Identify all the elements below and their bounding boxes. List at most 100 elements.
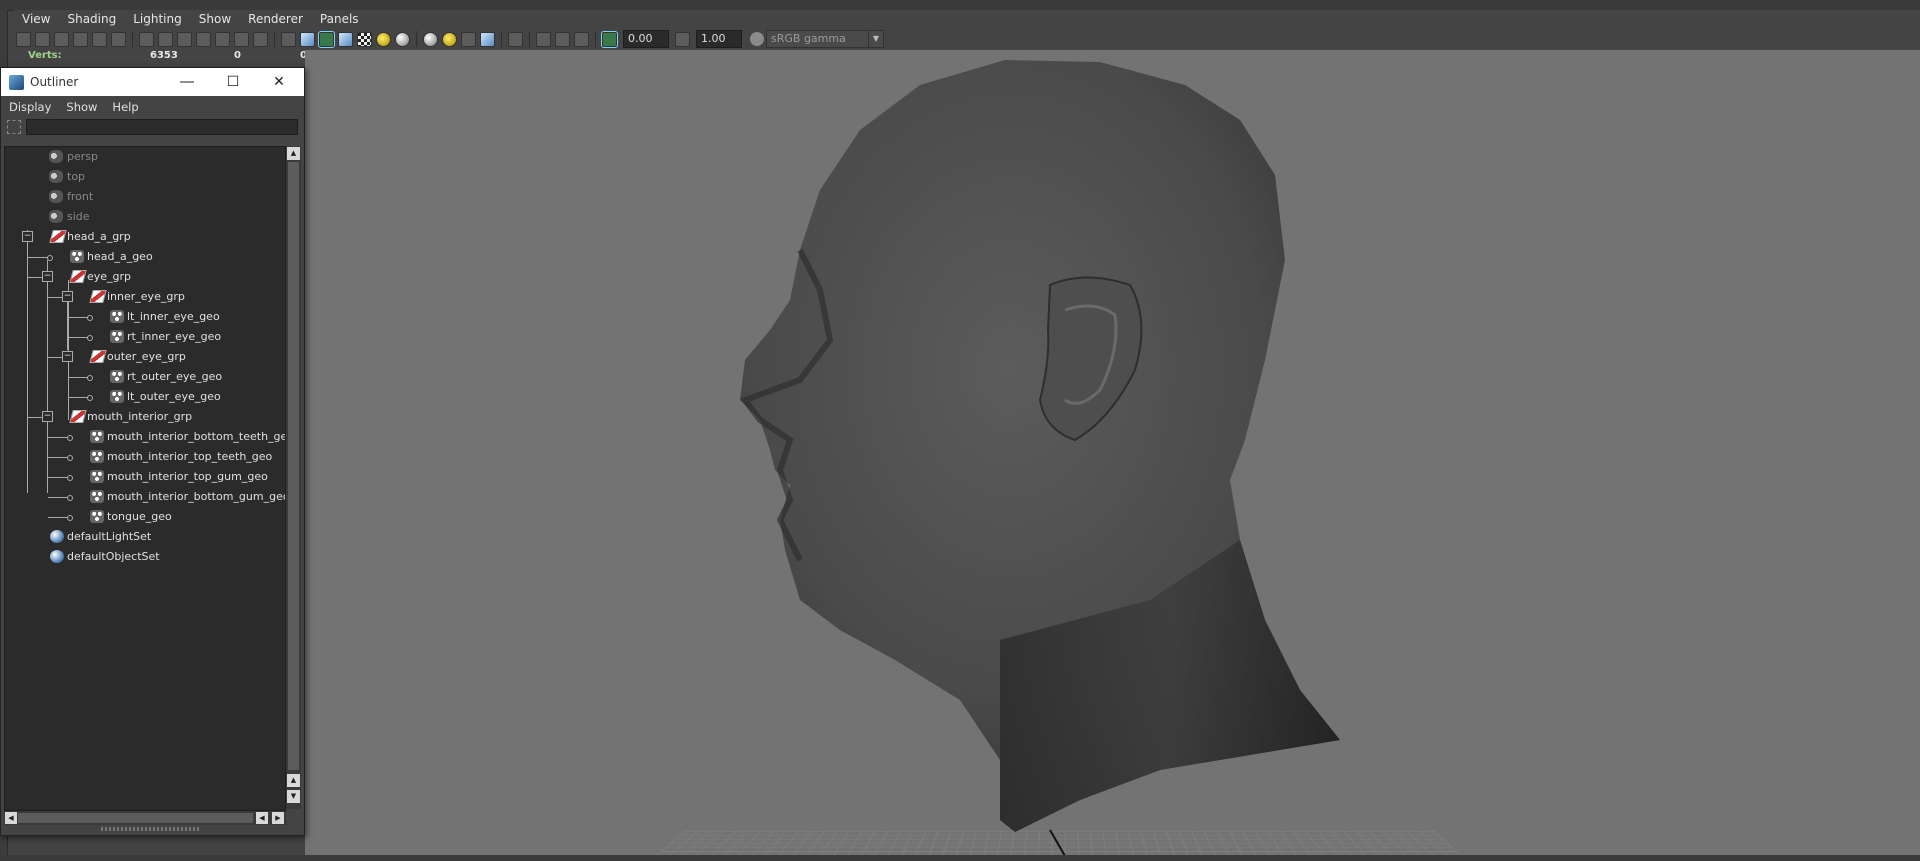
depth-of-field-icon[interactable] — [480, 31, 495, 47]
viewport-menubar: View Shading Lighting Show Renderer Pane… — [14, 10, 1920, 28]
menu-renderer[interactable]: Renderer — [240, 12, 312, 26]
image-plane-icon[interactable] — [73, 31, 88, 47]
scroll-track[interactable] — [288, 162, 299, 770]
outliner-item-side[interactable]: side — [5, 207, 285, 227]
scroll-left-icon[interactable]: ◀ — [5, 812, 17, 824]
film-gate-icon[interactable] — [158, 31, 173, 47]
menu-view[interactable]: View — [14, 12, 59, 26]
resolution-gate-icon[interactable] — [177, 31, 192, 47]
group-icon — [89, 290, 107, 303]
collapse-toggle[interactable]: − — [42, 271, 53, 282]
mesh-icon — [90, 490, 104, 503]
camera-attributes-icon[interactable] — [35, 31, 50, 47]
scroll-thumb[interactable] — [18, 813, 253, 823]
color-management-icon[interactable] — [750, 32, 764, 46]
minimize-button[interactable]: ― — [164, 68, 210, 96]
outliner-item-head-a-grp[interactable]: − head_a_grp — [5, 227, 285, 247]
outliner-menu-help[interactable]: Help — [104, 100, 145, 114]
outliner-item-inner-eye-grp[interactable]: − inner_eye_grp — [5, 287, 285, 307]
2d-pan-zoom-icon[interactable] — [92, 31, 107, 47]
exposure-icon[interactable] — [601, 30, 618, 48]
xray-icon[interactable] — [536, 31, 551, 47]
outliner-item-tongue-geo[interactable]: tongue_geo — [5, 507, 285, 527]
outliner-item-rt-outer-eye-geo[interactable]: rt_outer_eye_geo — [5, 367, 285, 387]
collapse-toggle[interactable]: − — [62, 291, 73, 302]
outliner-item-default-object-set[interactable]: defaultObjectSet — [5, 547, 285, 567]
xray-joints-icon[interactable] — [574, 31, 589, 47]
shadows-icon[interactable] — [395, 31, 410, 47]
outliner-tree[interactable]: persp top front side − head_a_grp head_a… — [4, 146, 286, 811]
resize-grip[interactable] — [101, 827, 201, 831]
camera-icon — [49, 210, 63, 223]
menu-shading[interactable]: Shading — [59, 12, 125, 26]
isolate-select-icon[interactable] — [508, 31, 523, 47]
safe-title-icon[interactable] — [253, 31, 268, 47]
gamma-icon[interactable] — [675, 31, 690, 47]
outliner-item-lt-outer-eye-geo[interactable]: lt_outer_eye_geo — [5, 387, 285, 407]
outliner-item-persp[interactable]: persp — [5, 147, 285, 167]
outliner-titlebar[interactable]: Outliner ― ☐ ✕ — [1, 68, 304, 96]
pivot-line — [1049, 829, 1066, 855]
outliner-item-lt-inner-eye-geo[interactable]: lt_inner_eye_geo — [5, 307, 285, 327]
outliner-vertical-scrollbar[interactable]: ▲ ▲ ▼ — [286, 146, 301, 809]
grease-pencil-icon[interactable] — [111, 31, 126, 47]
outliner-item-mouth-interior-top-teeth-geo[interactable]: mouth_interior_top_teeth_geo — [5, 447, 285, 467]
outliner-item-default-light-set[interactable]: defaultLightSet — [5, 527, 285, 547]
camera-icon — [49, 150, 63, 163]
motion-blur-icon[interactable] — [442, 31, 457, 47]
collapse-toggle[interactable]: − — [22, 231, 33, 242]
outliner-item-top[interactable]: top — [5, 167, 285, 187]
screen-space-ambient-occlusion-icon[interactable] — [423, 31, 438, 47]
outliner-menubar: Display Show Help — [1, 96, 304, 117]
use-all-lights-icon[interactable] — [376, 31, 391, 47]
outliner-item-head-a-geo[interactable]: head_a_geo — [5, 247, 285, 267]
menu-show[interactable]: Show — [191, 12, 240, 26]
outliner-item-outer-eye-grp[interactable]: − outer_eye_grp — [5, 347, 285, 367]
multisample-antialiasing-icon[interactable] — [461, 31, 476, 47]
safe-action-icon[interactable] — [234, 31, 249, 47]
wireframe-icon[interactable] — [281, 31, 296, 47]
outliner-title: Outliner — [30, 75, 79, 89]
search-options-icon[interactable] — [7, 120, 21, 134]
view-transform-dropdown[interactable]: sRGB gamma ▼ — [766, 30, 884, 48]
field-chart-icon[interactable] — [215, 31, 230, 47]
mesh-icon — [90, 450, 104, 463]
gate-mask-icon[interactable] — [196, 31, 211, 47]
smooth-shade-icon[interactable] — [300, 31, 315, 47]
outliner-item-mouth-interior-bottom-gum-geo[interactable]: mouth_interior_bottom_gum_geo — [5, 487, 285, 507]
collapse-toggle[interactable]: − — [62, 351, 73, 362]
textured-icon[interactable] — [357, 31, 372, 47]
bookmarks-icon[interactable] — [54, 31, 69, 47]
default-material-icon[interactable] — [338, 31, 353, 47]
grid-icon[interactable] — [139, 31, 154, 47]
collapse-toggle[interactable]: − — [42, 411, 53, 422]
wireframe-on-shaded-icon[interactable] — [318, 30, 335, 48]
maximize-button[interactable]: ☐ — [210, 68, 256, 96]
mesh-icon — [70, 250, 84, 263]
xray-active-components-icon[interactable] — [555, 31, 570, 47]
outliner-item-eye-grp[interactable]: − eye_grp — [5, 267, 285, 287]
outliner-item-mouth-interior-top-gum-geo[interactable]: mouth_interior_top_gum_geo — [5, 467, 285, 487]
scroll-left-icon[interactable]: ◀ — [256, 812, 268, 824]
outliner-item-rt-inner-eye-geo[interactable]: rt_inner_eye_geo — [5, 327, 285, 347]
scroll-down-icon[interactable]: ▼ — [287, 790, 300, 803]
head-model[interactable] — [305, 50, 1920, 855]
scroll-up-icon[interactable]: ▲ — [287, 774, 300, 787]
outliner-item-mouth-interior-grp[interactable]: − mouth_interior_grp — [5, 407, 285, 427]
menu-panels[interactable]: Panels — [312, 12, 368, 26]
perspective-viewport[interactable] — [305, 50, 1920, 855]
menu-lighting[interactable]: Lighting — [125, 12, 191, 26]
outliner-search-input[interactable] — [26, 119, 298, 135]
outliner-horizontal-scrollbar[interactable]: ◀ ◀ ▶ — [4, 811, 286, 825]
gamma-field[interactable]: 1.00 — [696, 30, 742, 48]
select-camera-icon[interactable] — [16, 31, 31, 47]
exposure-field[interactable]: 0.00 — [623, 30, 669, 48]
outliner-item-front[interactable]: front — [5, 187, 285, 207]
outliner-menu-show[interactable]: Show — [58, 100, 104, 114]
outliner-item-mouth-interior-bottom-teeth-geo[interactable]: mouth_interior_bottom_teeth_geo — [5, 427, 285, 447]
scroll-up-icon[interactable]: ▲ — [287, 147, 300, 160]
view-transform-value: sRGB gamma — [771, 32, 846, 45]
scroll-right-icon[interactable]: ▶ — [272, 812, 284, 824]
outliner-menu-display[interactable]: Display — [1, 100, 58, 114]
close-button[interactable]: ✕ — [256, 68, 302, 96]
